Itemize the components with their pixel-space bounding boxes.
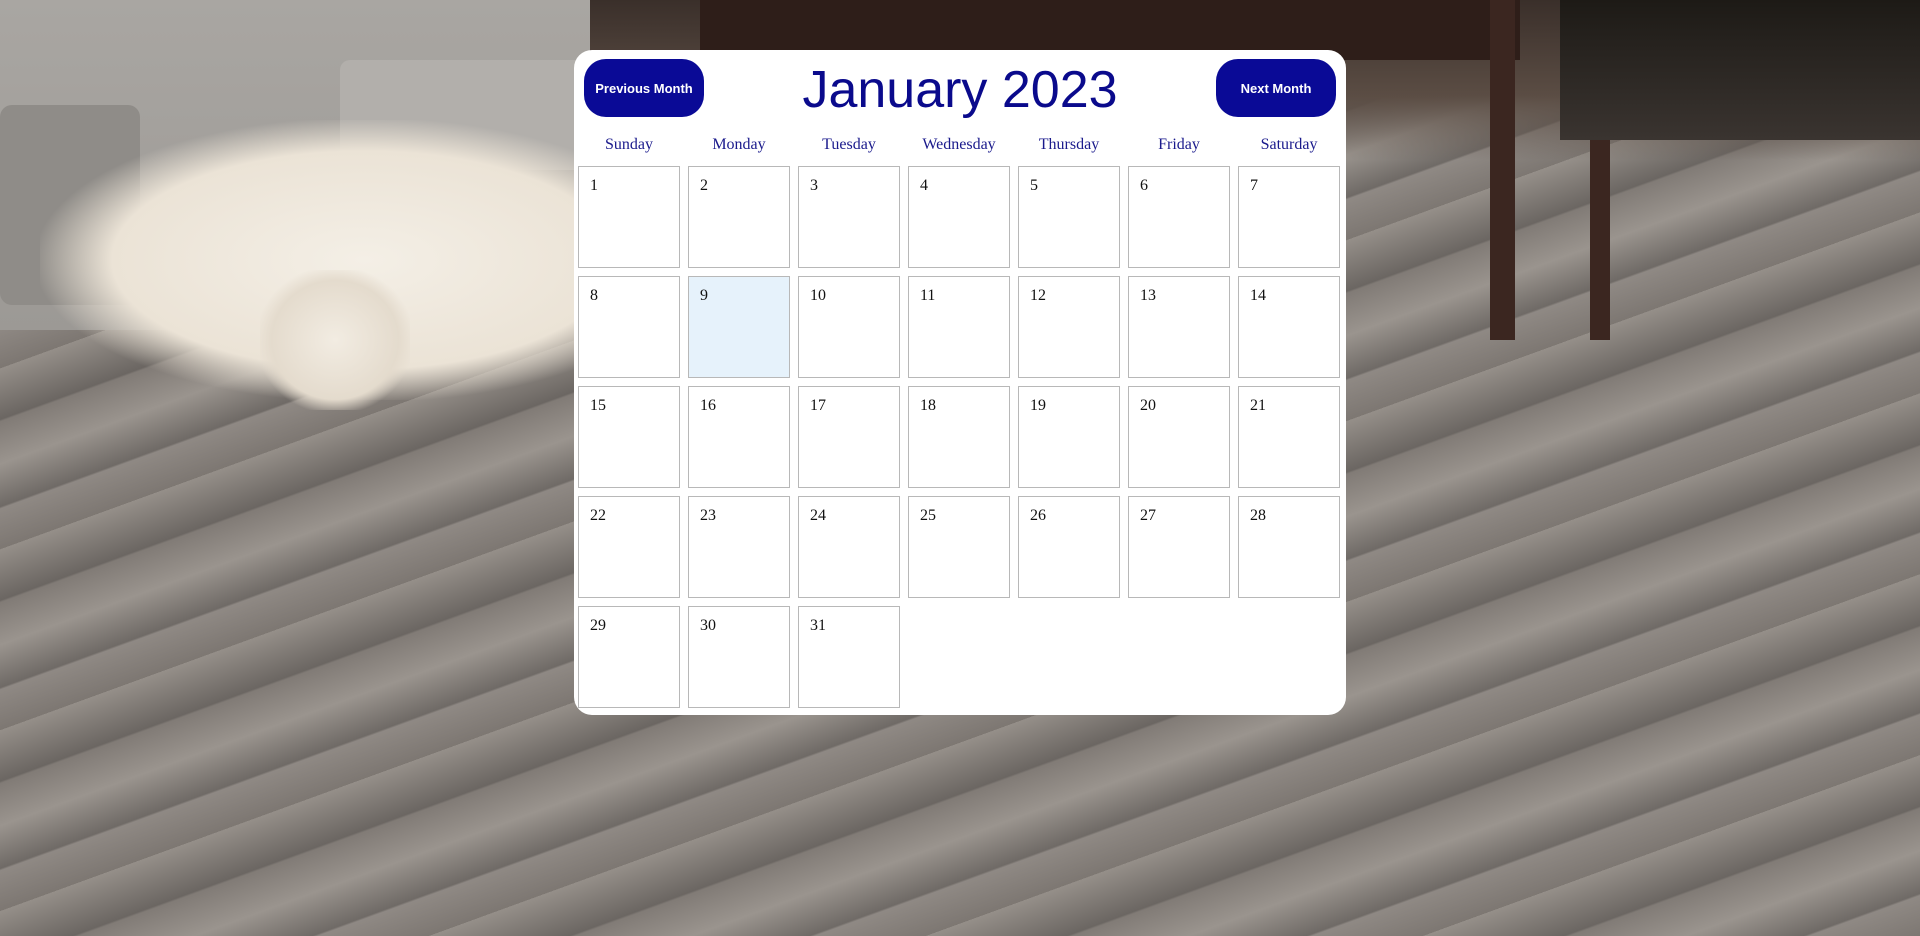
calendar-day[interactable]: 30 xyxy=(688,606,790,708)
calendar-day[interactable]: 22 xyxy=(578,496,680,598)
calendar-day[interactable]: 15 xyxy=(578,386,680,488)
calendar-day[interactable]: 3 xyxy=(798,166,900,268)
calendar-day[interactable]: 21 xyxy=(1238,386,1340,488)
weekday-friday: Friday xyxy=(1158,136,1200,153)
weekday-sunday: Sunday xyxy=(605,136,653,153)
weekday-saturday: Saturday xyxy=(1260,136,1318,153)
calendar-day[interactable]: 8 xyxy=(578,276,680,378)
calendar-day[interactable]: 31 xyxy=(798,606,900,708)
calendar-day[interactable]: 2 xyxy=(688,166,790,268)
calendar-day[interactable]: 12 xyxy=(1018,276,1120,378)
calendar-day[interactable]: 25 xyxy=(908,496,1010,598)
next-month-button[interactable]: Next Month xyxy=(1216,59,1336,117)
calendar-day[interactable]: 17 xyxy=(798,386,900,488)
calendar-day[interactable]: 29 xyxy=(578,606,680,708)
calendar-day-today[interactable]: 9 xyxy=(688,276,790,378)
calendar-day[interactable]: 23 xyxy=(688,496,790,598)
previous-month-button[interactable]: Previous Month xyxy=(584,59,704,117)
calendar-day[interactable]: 6 xyxy=(1128,166,1230,268)
calendar-day[interactable]: 14 xyxy=(1238,276,1340,378)
calendar-day[interactable]: 11 xyxy=(908,276,1010,378)
calendar-day[interactable]: 19 xyxy=(1018,386,1120,488)
calendar-day-grid: 1 2 3 4 5 6 7 8 9 10 11 12 13 14 15 16 17 18 19 20 21 22 23 24 2… xyxy=(578,166,1342,708)
calendar-day[interactable]: 10 xyxy=(798,276,900,378)
calendar-day[interactable]: 27 xyxy=(1128,496,1230,598)
calendar-day[interactable]: 4 xyxy=(908,166,1010,268)
calendar-panel: Previous Month January 2023 Next Month S… xyxy=(574,50,1346,715)
month-title: January 2023 xyxy=(802,61,1118,119)
background-dog-head xyxy=(260,270,410,410)
calendar-day[interactable]: 28 xyxy=(1238,496,1340,598)
calendar-day[interactable]: 5 xyxy=(1018,166,1120,268)
calendar-day[interactable]: 1 xyxy=(578,166,680,268)
weekday-header-row: Sunday Monday Tuesday Wednesday Thursday… xyxy=(578,136,1342,166)
calendar-day[interactable]: 16 xyxy=(688,386,790,488)
calendar-day[interactable]: 24 xyxy=(798,496,900,598)
calendar-day[interactable]: 13 xyxy=(1128,276,1230,378)
background-plant-shelf xyxy=(1560,0,1920,140)
weekday-monday: Monday xyxy=(712,136,766,153)
weekday-thursday: Thursday xyxy=(1038,136,1100,153)
calendar-day[interactable]: 20 xyxy=(1128,386,1230,488)
calendar-day[interactable]: 18 xyxy=(908,386,1010,488)
calendar-day[interactable]: 7 xyxy=(1238,166,1340,268)
weekday-tuesday: Tuesday xyxy=(822,136,876,153)
weekday-wednesday: Wednesday xyxy=(922,136,996,153)
calendar-header: Previous Month January 2023 Next Month xyxy=(578,59,1342,125)
calendar-day[interactable]: 26 xyxy=(1018,496,1120,598)
